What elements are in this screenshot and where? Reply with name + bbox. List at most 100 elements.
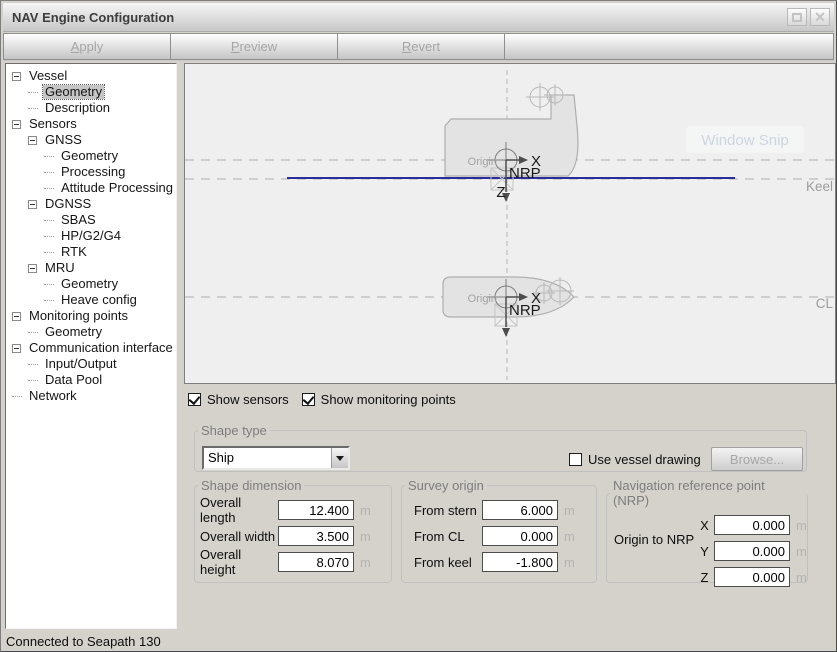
cl-label: CL [816, 296, 834, 311]
show-monitoring-points-label: Show monitoring points [321, 392, 456, 407]
tree-expander-icon[interactable] [28, 264, 37, 273]
tree-item-hp-g2-g4[interactable]: HP/G2/G4 [6, 228, 176, 244]
tree-expander-icon[interactable] [12, 344, 21, 353]
unit-label: m [796, 544, 807, 559]
from-cl-input[interactable] [482, 526, 558, 546]
tree-item-label: DGNSS [43, 197, 93, 211]
tree-connector [44, 156, 54, 157]
use-vessel-drawing-checkbox-box[interactable] [569, 453, 582, 466]
tree-item-label: Network [27, 389, 79, 403]
field-label: Z [699, 570, 710, 585]
shape-type-dropdown-button[interactable] [331, 448, 348, 468]
tree-item-dgnss[interactable]: DGNSS [6, 196, 176, 212]
field-row: From sternm [402, 497, 596, 523]
apply-button[interactable]: Apply [3, 33, 171, 60]
unit-label: m [360, 503, 371, 518]
tree-expander-icon[interactable] [12, 72, 21, 81]
tree-expander-icon[interactable] [12, 312, 21, 321]
maximize-button[interactable] [787, 8, 807, 26]
tree-connector [44, 252, 54, 253]
nrp-legend: Navigation reference point (NRP) [610, 478, 807, 508]
tree-item-label: Vessel [27, 69, 69, 83]
titlebar[interactable]: NAV Engine Configuration ✕ [3, 3, 834, 32]
tree-item-processing[interactable]: Processing [6, 164, 176, 180]
show-sensors-checkbox[interactable]: Show sensors [188, 392, 289, 407]
close-icon: ✕ [814, 10, 826, 24]
tree-item-geometry[interactable]: Geometry [6, 324, 176, 340]
shape-type-group: Shape type Ship Use vessel drawing Brows… [194, 423, 807, 472]
tree-connector [44, 188, 54, 189]
shape-type-select[interactable]: Ship [202, 446, 350, 470]
tree-item-label: Data Pool [43, 373, 104, 387]
unit-label: m [796, 570, 807, 585]
tree-item-label: Attitude Processing [59, 181, 175, 195]
config-tree[interactable]: VesselGeometryDescriptionSensorsGNSSGeom… [5, 63, 177, 629]
tree-item-communication-interface[interactable]: Communication interface [6, 340, 176, 356]
tree-connector [44, 236, 54, 237]
tree-item-sensors[interactable]: Sensors [6, 116, 176, 132]
field-label: Overall length [200, 495, 278, 525]
from-stern-input[interactable] [482, 500, 558, 520]
display-options: Show sensors Show monitoring points [188, 391, 456, 408]
tree-item-geometry[interactable]: Geometry [6, 84, 176, 100]
tree-item-vessel[interactable]: Vessel [6, 68, 176, 84]
tree-item-network[interactable]: Network [6, 388, 176, 404]
close-button[interactable]: ✕ [810, 8, 830, 26]
field-label: X [699, 518, 710, 533]
field-label: Overall height [200, 547, 278, 577]
field-row: From CLm [402, 523, 596, 549]
tree-item-data-pool[interactable]: Data Pool [6, 372, 176, 388]
show-sensors-checkbox-box[interactable] [188, 393, 201, 406]
survey-origin-legend: Survey origin [405, 478, 487, 493]
unit-label: m [796, 518, 807, 533]
from-keel-input[interactable] [482, 552, 558, 572]
tree-expander-icon[interactable] [12, 120, 21, 129]
show-monitoring-points-checkbox-box[interactable] [302, 393, 315, 406]
shape-dimension-legend: Shape dimension [198, 478, 304, 493]
nav-engine-configuration-window: NAV Engine Configuration ✕ ApplyPreviewR… [0, 0, 837, 652]
tree-expander-icon[interactable] [28, 136, 37, 145]
tree-item-label: Input/Output [43, 357, 119, 371]
tree-item-label: Monitoring points [27, 309, 130, 323]
tree-item-rtk[interactable]: RTK [6, 244, 176, 260]
tree-item-mru[interactable]: MRU [6, 260, 176, 276]
tree-expander-icon[interactable] [28, 200, 37, 209]
origin-to-nrp-y-input[interactable] [714, 541, 790, 561]
tree-item-label: Geometry [43, 85, 104, 99]
shape-type-value: Ship [204, 448, 331, 468]
shape-dimension-rows: Overall lengthmOverall widthmOverall hei… [195, 493, 391, 575]
tree-item-label: Heave config [59, 293, 139, 307]
window-controls: ✕ [787, 8, 830, 26]
shape-dimension-group: Shape dimension Overall lengthmOverall w… [194, 478, 392, 583]
tree-item-label: GNSS [43, 133, 84, 147]
overall-length-input[interactable] [278, 500, 354, 520]
side-view-ship [445, 95, 578, 176]
tree-item-gnss[interactable]: GNSS [6, 132, 176, 148]
keel-label: Keel [806, 179, 833, 194]
tree-item-monitoring-points[interactable]: Monitoring points [6, 308, 176, 324]
survey-origin-group: Survey origin From sternmFrom CLmFrom ke… [401, 478, 597, 583]
tree-item-description[interactable]: Description [6, 100, 176, 116]
origin-to-nrp-z-input[interactable] [714, 567, 790, 587]
overall-height-input[interactable] [278, 552, 354, 572]
origin-to-nrp-label: Origin to NRP [614, 532, 694, 547]
field-label: Y [699, 544, 710, 559]
tree-connector [44, 172, 54, 173]
tree-item-geometry[interactable]: Geometry [6, 148, 176, 164]
watermark: Window Snip [686, 126, 804, 153]
preview-button[interactable]: Preview [170, 33, 338, 60]
revert-button[interactable]: Revert [337, 33, 505, 60]
nrp-group: Navigation reference point (NRP) Origin … [606, 478, 808, 583]
show-monitoring-points-checkbox[interactable]: Show monitoring points [302, 392, 456, 407]
tree-item-geometry[interactable]: Geometry [6, 276, 176, 292]
tree-item-sbas[interactable]: SBAS [6, 212, 176, 228]
tree-item-attitude-processing[interactable]: Attitude Processing [6, 180, 176, 196]
browse-button[interactable]: Browse... [711, 447, 803, 471]
origin-to-nrp-x-input[interactable] [714, 515, 790, 535]
overall-width-input[interactable] [278, 526, 354, 546]
tree-item-input-output[interactable]: Input/Output [6, 356, 176, 372]
tree-item-heave-config[interactable]: Heave config [6, 292, 176, 308]
maximize-icon [792, 13, 802, 22]
use-vessel-drawing-checkbox[interactable]: Use vessel drawing [569, 452, 701, 467]
tree-item-label: Communication interface [27, 341, 175, 355]
